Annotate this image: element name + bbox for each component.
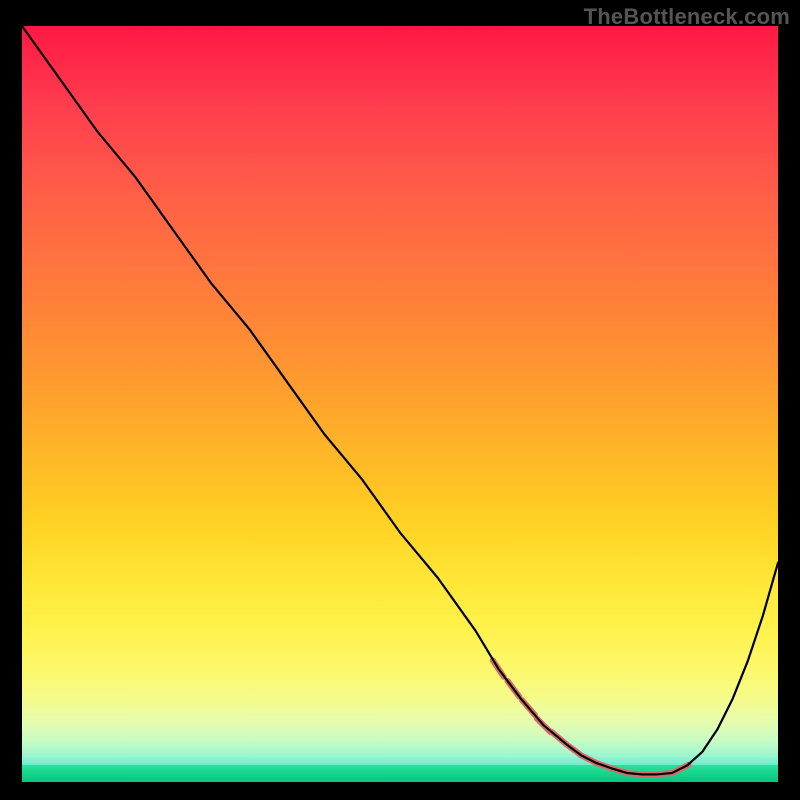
optimal-tick-group bbox=[493, 660, 689, 774]
curve-svg bbox=[22, 26, 778, 782]
plot-area bbox=[22, 26, 778, 782]
bottleneck-line bbox=[22, 26, 778, 774]
chart-frame: TheBottleneck.com bbox=[0, 0, 800, 800]
optimal-ticks bbox=[493, 660, 689, 774]
